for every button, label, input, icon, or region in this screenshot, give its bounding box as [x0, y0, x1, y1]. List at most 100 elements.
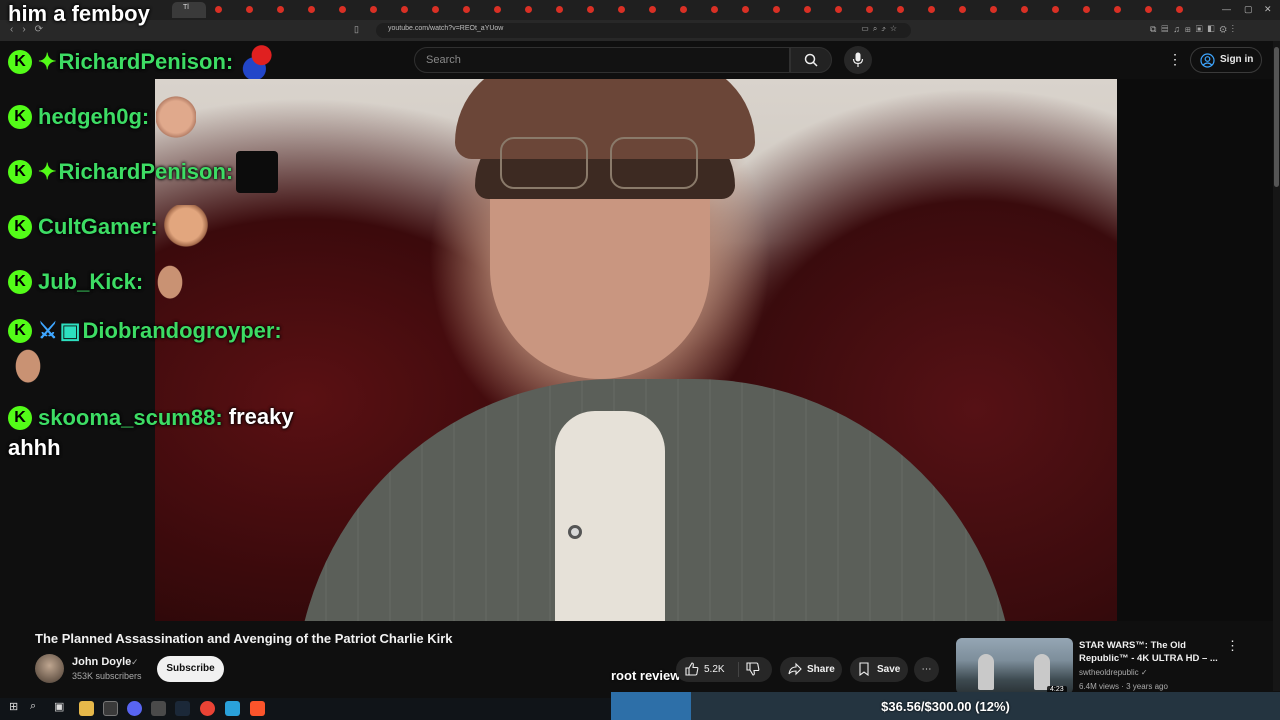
settings-menu-icon[interactable]: ⋮ — [1168, 51, 1182, 68]
chat-emote — [236, 151, 278, 193]
tab-favicon-icon[interactable] — [463, 6, 470, 13]
recommended-title[interactable]: STAR WARS™: The Old Republic™ - 4K ULTRA… — [1079, 639, 1219, 665]
verified-icon: ✓ — [131, 657, 139, 667]
search-input[interactable]: Search — [414, 47, 790, 73]
chat-message-text: freaky — [228, 404, 294, 429]
app-icon[interactable] — [225, 701, 240, 716]
close-window-icon[interactable]: ✕ — [1264, 4, 1272, 15]
search-placeholder: Search — [426, 54, 461, 66]
tab-favicon-icon[interactable] — [618, 6, 625, 13]
chat-username: RichardPenison: — [58, 159, 234, 185]
task-view-icon[interactable]: ▣ — [54, 700, 64, 713]
subscribe-button[interactable]: Subscribe — [157, 656, 224, 682]
chat-message-text-wrap: ahhh — [8, 435, 61, 460]
thumbs-up-icon[interactable] — [685, 662, 699, 676]
like-count[interactable]: 5.2K — [704, 664, 725, 675]
minimize-icon[interactable]: — — [1222, 4, 1231, 14]
video-person-undershirt — [555, 411, 665, 621]
video-frame[interactable] — [155, 79, 1117, 621]
tab-favicon-icon[interactable] — [742, 6, 749, 13]
active-tab[interactable]: Tl — [172, 2, 206, 18]
tab-favicon-icon[interactable] — [1083, 6, 1090, 13]
tab-favicon-icon[interactable] — [494, 6, 501, 13]
extension-icons[interactable]: ⧉▤♫⊞▣◧⚙⋮ — [1150, 24, 1239, 35]
tab-favicon-icon[interactable] — [432, 6, 439, 13]
search-button[interactable] — [790, 47, 832, 73]
share-button[interactable]: Share — [780, 657, 842, 682]
file-explorer-icon[interactable] — [79, 701, 94, 716]
recommended-menu-icon[interactable]: ⋮ — [1226, 638, 1239, 654]
tab-favicon-icon[interactable] — [1145, 6, 1152, 13]
tab-favicon-icon[interactable] — [680, 6, 687, 13]
app-icon[interactable] — [151, 701, 166, 716]
recommended-channel[interactable]: swtheoldrepublic ✓ — [1079, 668, 1148, 677]
chat-emote — [156, 96, 196, 138]
chrome-icon[interactable] — [200, 701, 215, 716]
account-icon — [1200, 53, 1215, 68]
more-horizontal-icon: ⋯ — [921, 664, 932, 675]
tab-favicon-icon[interactable] — [1052, 6, 1059, 13]
browser-address-bar: ‹›⟳ ▯ youtube.com/watch?v=REOt_aYUow ▭⌕⤴… — [0, 20, 1280, 41]
maximize-icon[interactable]: ▢ — [1244, 4, 1253, 15]
tab-favicon-icon[interactable] — [339, 6, 346, 13]
verified-icon: ✓ — [1140, 668, 1148, 677]
tab-favicon-icon[interactable] — [804, 6, 811, 13]
thumbnail-figure — [978, 654, 994, 690]
start-icon[interactable]: ⊞ — [9, 700, 18, 713]
tab-favicon-icon[interactable] — [246, 6, 253, 13]
discord-icon[interactable] — [127, 701, 142, 716]
save-label: Save — [877, 664, 901, 675]
tab-favicon-icon[interactable] — [215, 6, 222, 13]
subscriber-count: 353K subscribers — [72, 671, 142, 681]
sparkle-badge-icon: ✦ — [38, 49, 57, 75]
tab-favicon-icon[interactable] — [556, 6, 563, 13]
tab-favicon-icon[interactable] — [928, 6, 935, 13]
voice-search-button[interactable] — [844, 46, 872, 74]
app-icon[interactable] — [103, 701, 118, 716]
tab-favicon-icon[interactable] — [1021, 6, 1028, 13]
url-action-icons[interactable]: ▭⌕⤴☆ — [861, 24, 901, 34]
tab-favicon-icon[interactable] — [649, 6, 656, 13]
like-dislike-group: 5.2K — [676, 657, 772, 682]
tab-favicon-icon[interactable] — [866, 6, 873, 13]
tab-favicon-icon[interactable] — [773, 6, 780, 13]
page-scrollbar[interactable] — [1273, 41, 1280, 691]
chat-message: K CultGamer: — [8, 213, 158, 240]
search-icon[interactable]: ⌕ — [30, 700, 36, 713]
video-player[interactable] — [155, 79, 1273, 621]
thumbs-down-icon[interactable] — [746, 662, 760, 676]
tab-favicon-icon[interactable] — [525, 6, 532, 13]
steam-icon[interactable] — [175, 701, 190, 716]
tab-favicon-icon[interactable] — [1114, 6, 1121, 13]
channel-avatar[interactable] — [35, 654, 64, 683]
url-field[interactable]: youtube.com/watch?v=REOt_aYUow ▭⌕⤴☆ — [376, 23, 911, 38]
tab-favicon-icon[interactable] — [401, 6, 408, 13]
like-divider — [738, 662, 739, 677]
tab-favicon-icon[interactable] — [370, 6, 377, 13]
kick-badge-icon: K — [8, 105, 32, 130]
video-title: The Planned Assassination and Avenging o… — [35, 631, 453, 646]
kick-badge-icon: K — [8, 215, 32, 240]
tab-favicon-icon[interactable] — [1176, 6, 1183, 13]
more-actions-button[interactable]: ⋯ — [914, 657, 939, 682]
tab-favicon-icon[interactable] — [990, 6, 997, 13]
share-icon — [788, 662, 802, 676]
video-person-glasses — [500, 137, 700, 193]
bookmark-icon[interactable]: ▯ — [354, 24, 359, 35]
chat-username: RichardPenison: — [58, 49, 234, 75]
tab-favicon-icon[interactable] — [587, 6, 594, 13]
chat-emote — [152, 261, 188, 305]
tab-favicon-icon[interactable] — [711, 6, 718, 13]
tab-favicon-icon[interactable] — [308, 6, 315, 13]
sign-in-label: Sign in — [1220, 54, 1254, 65]
tab-favicon-icon[interactable] — [897, 6, 904, 13]
sign-in-button[interactable]: Sign in — [1190, 47, 1262, 73]
scrollbar-thumb[interactable] — [1274, 47, 1279, 187]
channel-name[interactable]: John Doyle — [72, 656, 131, 668]
brave-icon[interactable] — [250, 701, 265, 716]
tab-favicon-icon[interactable] — [959, 6, 966, 13]
chat-message: K ✦RichardPenison: — [8, 48, 233, 75]
tab-favicon-icon[interactable] — [277, 6, 284, 13]
save-button[interactable]: Save — [850, 657, 908, 682]
tab-favicon-icon[interactable] — [835, 6, 842, 13]
